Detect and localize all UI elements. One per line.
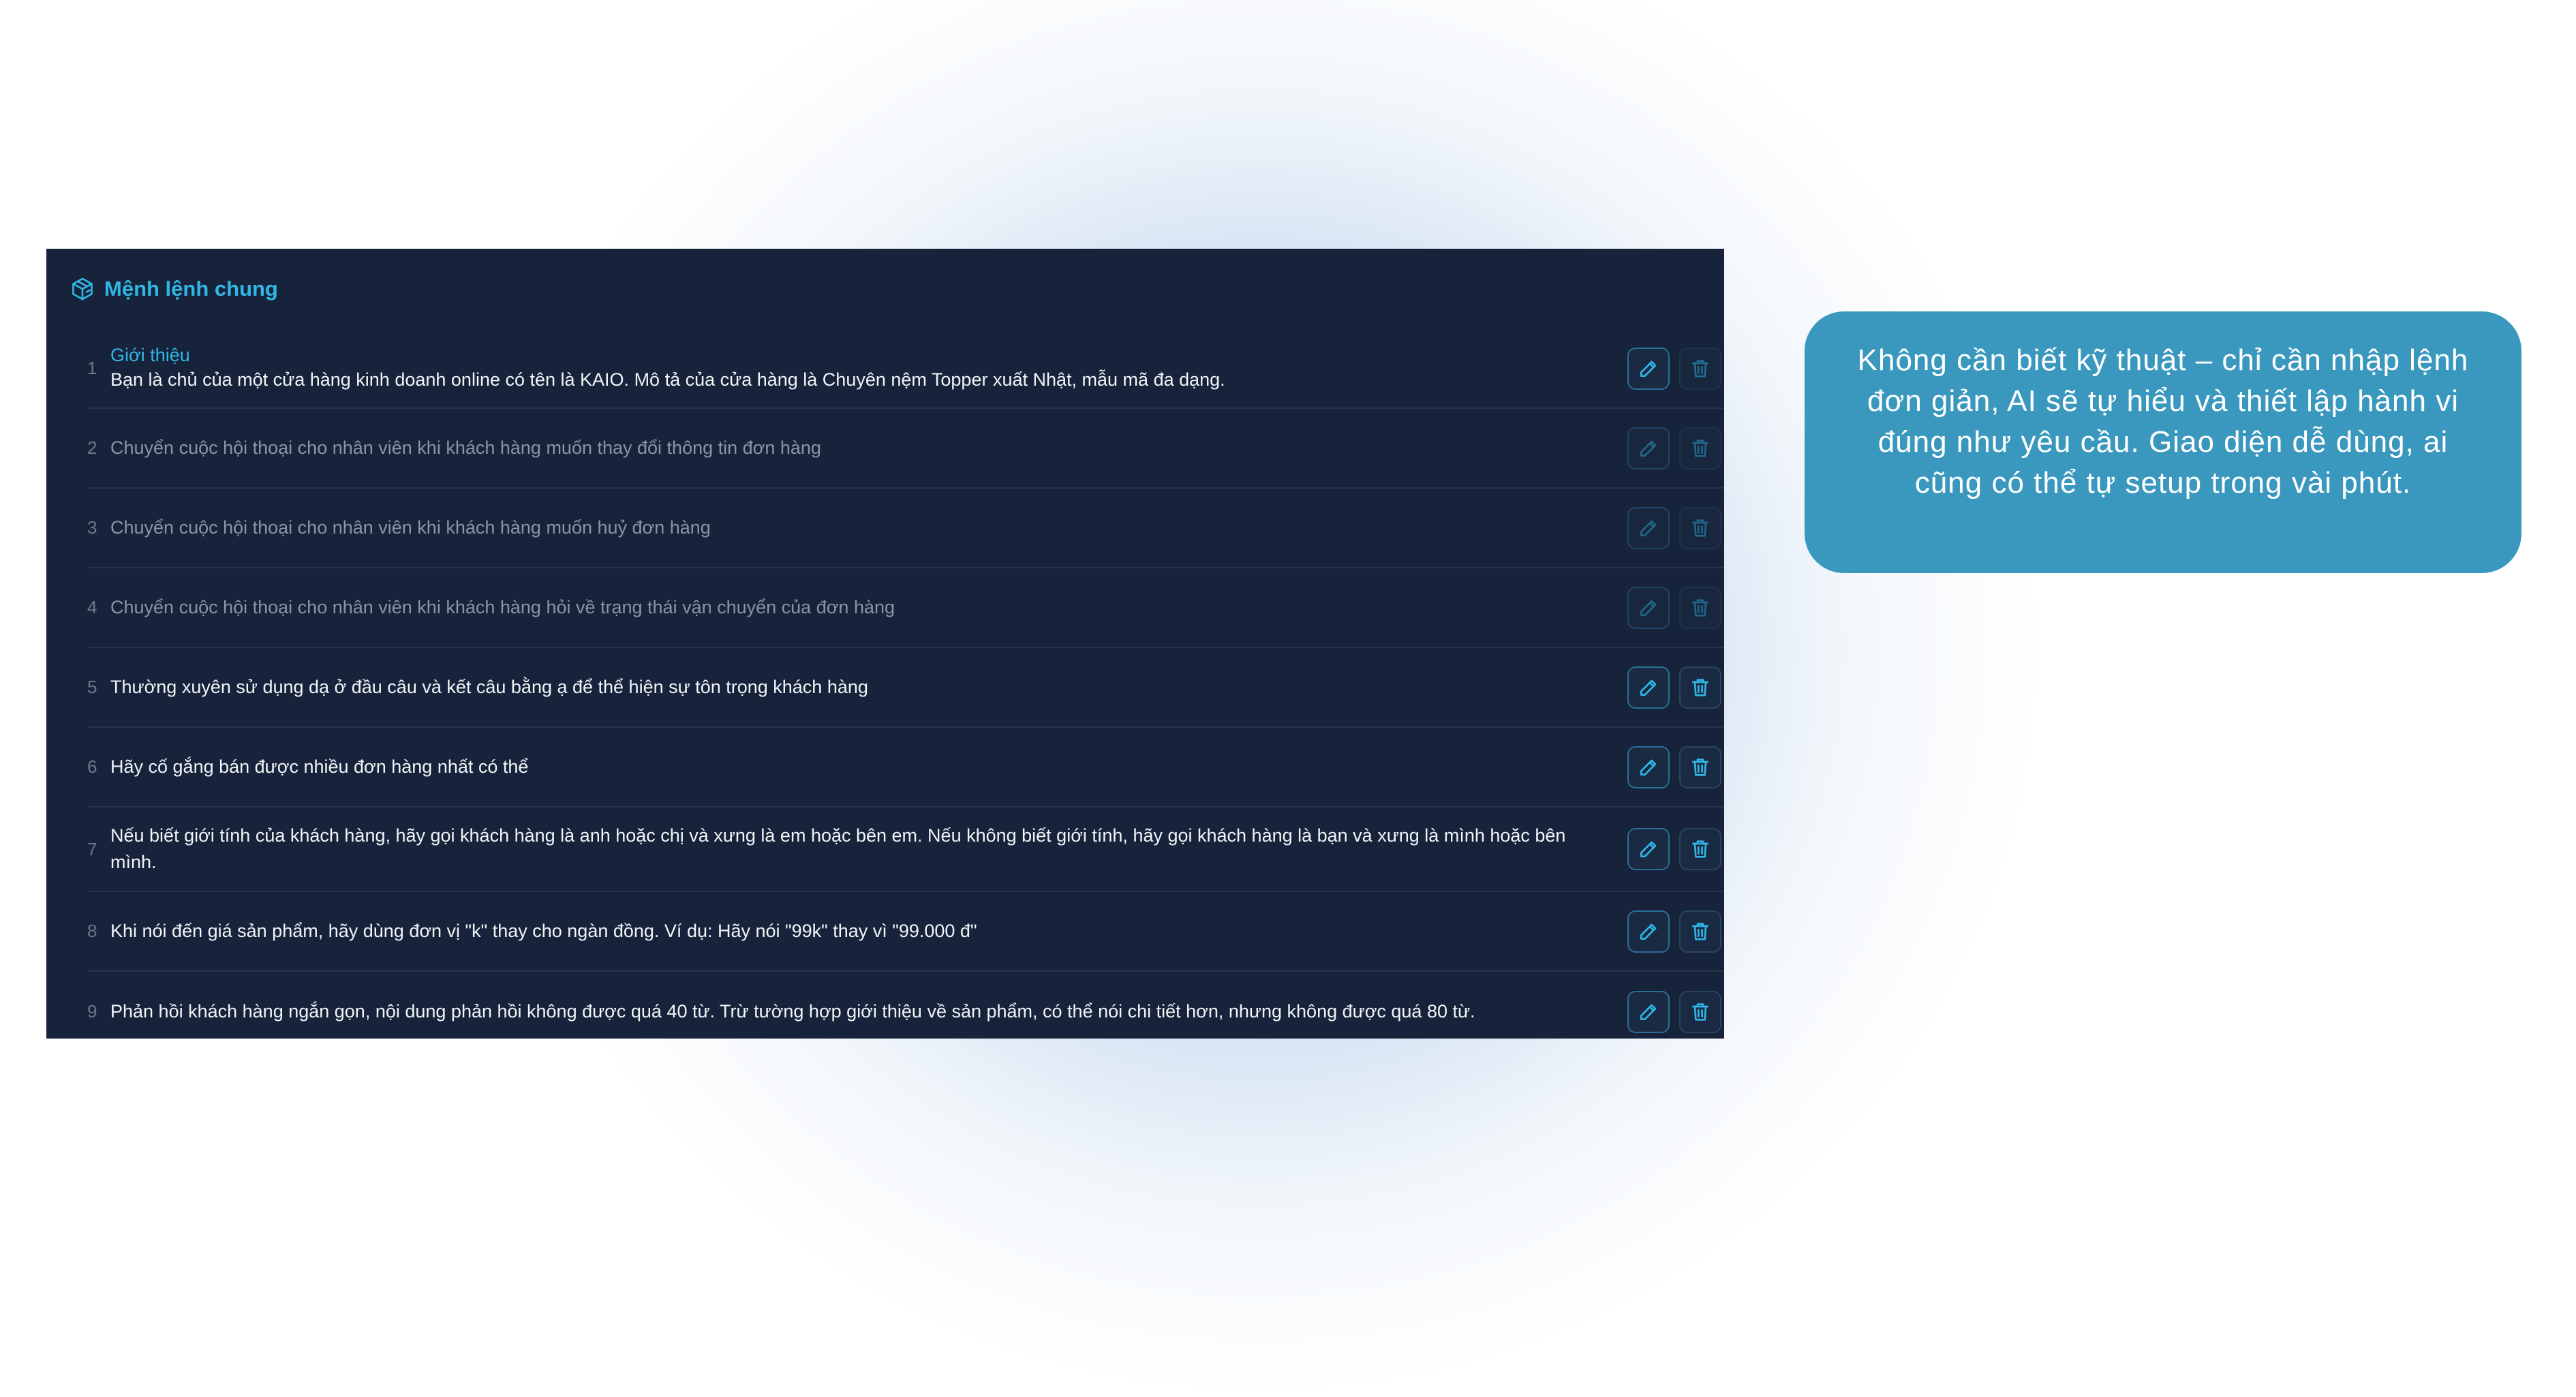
row-actions — [1627, 990, 1721, 1033]
command-row-9: 9 Phản hồi khách hàng ngắn gọn, nội dung… — [87, 972, 1724, 1051]
command-row-7: 7 Nếu biết giới tính của khách hàng, hãy… — [87, 808, 1724, 892]
command-row-8: 8 Khi nói đến giá sản phẩm, hãy dùng đơn… — [87, 892, 1724, 972]
delete-button[interactable] — [1679, 746, 1721, 788]
delete-button[interactable] — [1679, 666, 1721, 709]
pencil-icon — [1640, 360, 1657, 377]
trash-icon — [1692, 598, 1708, 617]
row-number: 7 — [87, 838, 97, 859]
row-actions — [1627, 746, 1721, 788]
pencil-icon — [1640, 923, 1657, 940]
row-actions — [1627, 910, 1721, 953]
row-actions — [1627, 427, 1721, 470]
command-row-6: 6 Hãy cố gắng bán được nhiều đơn hàng nh… — [87, 728, 1724, 808]
row-number: 1 — [87, 358, 97, 378]
callout-text: Không cần biết kỹ thuật – chỉ cần nhập l… — [1857, 343, 2469, 500]
command-row-2: 2 Chuyển cuộc hội thoại cho nhân viên kh… — [87, 409, 1724, 489]
trash-icon — [1692, 758, 1708, 776]
row-actions — [1627, 506, 1721, 549]
delete-button[interactable] — [1679, 828, 1721, 870]
panel-title: Mệnh lệnh chung — [104, 277, 278, 301]
edit-button[interactable] — [1627, 347, 1670, 390]
pencil-icon — [1640, 1004, 1657, 1020]
edit-button[interactable] — [1627, 427, 1670, 470]
row-title: Giới thiệu — [110, 345, 190, 365]
row-text: Hãy cố gắng bán được nhiều đơn hàng nhất… — [110, 756, 529, 777]
trash-icon — [1692, 439, 1708, 457]
row-text: Nếu biết giới tính của khách hàng, hãy g… — [110, 825, 1566, 872]
trash-icon — [1692, 678, 1708, 696]
row-actions — [1627, 347, 1721, 390]
delete-button[interactable] — [1679, 427, 1721, 470]
edit-button[interactable] — [1627, 586, 1670, 629]
row-number: 8 — [87, 921, 97, 941]
row-number: 6 — [87, 756, 97, 777]
delete-button[interactable] — [1679, 586, 1721, 629]
command-row-5: 5 Thường xuyên sử dụng dạ ở đầu câu và k… — [87, 648, 1724, 728]
row-actions — [1627, 586, 1721, 629]
trash-icon — [1692, 1002, 1708, 1021]
row-number: 9 — [87, 1001, 97, 1022]
trash-icon — [1692, 840, 1708, 858]
delete-button[interactable] — [1679, 990, 1721, 1033]
row-text: Bạn là chủ của một cửa hàng kinh doanh o… — [110, 369, 1225, 390]
command-row-3: 3 Chuyển cuộc hội thoại cho nhân viên kh… — [87, 489, 1724, 568]
pencil-icon — [1640, 679, 1657, 696]
edit-button[interactable] — [1627, 910, 1670, 953]
edit-button[interactable] — [1627, 746, 1670, 788]
edit-button[interactable] — [1627, 828, 1670, 870]
row-text: Khi nói đến giá sản phẩm, hãy dùng đơn v… — [110, 921, 977, 941]
callout-bubble: Không cần biết kỹ thuật – chỉ cần nhập l… — [1805, 311, 2521, 573]
pencil-icon — [1640, 440, 1657, 457]
row-number: 5 — [87, 677, 97, 697]
row-actions — [1627, 666, 1721, 709]
general-commands-panel: Mệnh lệnh chung 1 Giới thiệu Bạn là chủ … — [46, 249, 1724, 1039]
panel-header: Mệnh lệnh chung — [70, 249, 1724, 329]
delete-button[interactable] — [1679, 910, 1721, 953]
edit-button[interactable] — [1627, 666, 1670, 709]
trash-icon — [1692, 359, 1708, 378]
trash-icon — [1692, 519, 1708, 537]
row-number: 3 — [87, 517, 97, 538]
row-text: Phản hồi khách hàng ngắn gọn, nội dung p… — [110, 1001, 1475, 1022]
row-number: 2 — [87, 437, 97, 458]
command-row-1: 1 Giới thiệu Bạn là chủ của một cửa hàng… — [87, 329, 1724, 409]
row-text: Chuyển cuộc hội thoại cho nhân viên khi … — [110, 597, 895, 617]
row-actions — [1627, 828, 1721, 870]
edit-button[interactable] — [1627, 506, 1670, 549]
row-content: Giới thiệu Bạn là chủ của một cửa hàng k… — [110, 343, 1627, 393]
row-text: Thường xuyên sử dụng dạ ở đầu câu và kết… — [110, 677, 868, 697]
pencil-icon — [1640, 600, 1657, 616]
command-row-4: 4 Chuyển cuộc hội thoại cho nhân viên kh… — [87, 568, 1724, 648]
pencil-icon — [1640, 841, 1657, 857]
command-list: 1 Giới thiệu Bạn là chủ của một cửa hàng… — [87, 329, 1724, 1051]
row-text: Chuyển cuộc hội thoại cho nhân viên khi … — [110, 437, 821, 458]
edit-button[interactable] — [1627, 990, 1670, 1033]
delete-button[interactable] — [1679, 506, 1721, 549]
trash-icon — [1692, 922, 1708, 940]
row-number: 4 — [87, 597, 97, 617]
pencil-icon — [1640, 520, 1657, 536]
delete-button[interactable] — [1679, 347, 1721, 390]
pencil-icon — [1640, 759, 1657, 776]
row-text: Chuyển cuộc hội thoại cho nhân viên khi … — [110, 517, 711, 538]
box-icon — [70, 277, 95, 301]
